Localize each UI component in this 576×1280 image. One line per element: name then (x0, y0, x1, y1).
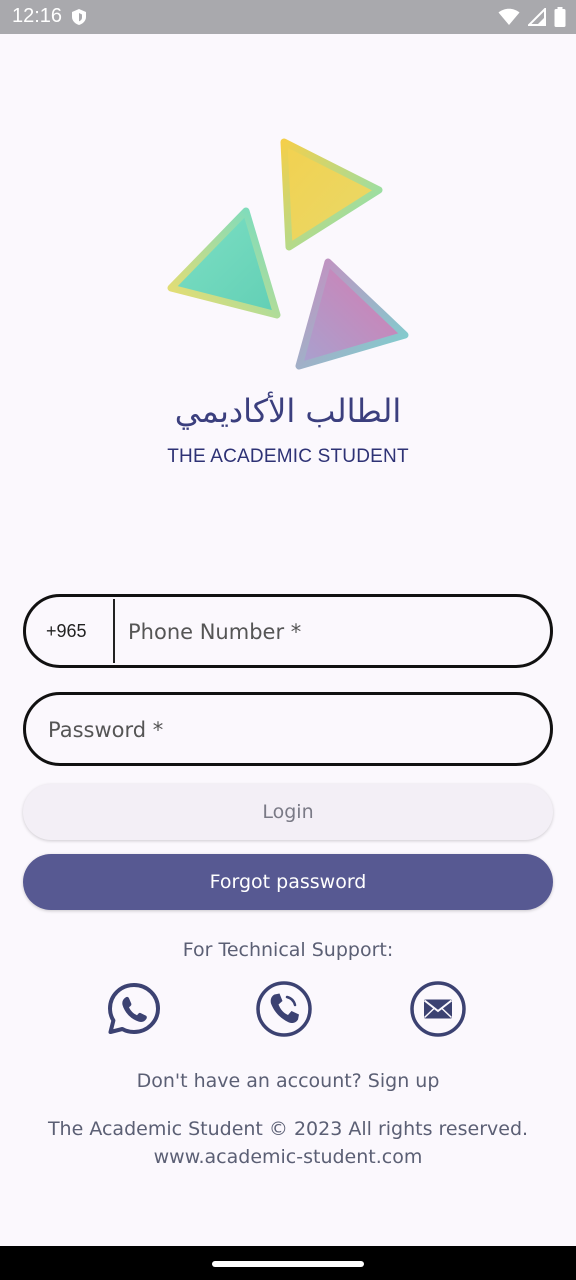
login-button[interactable]: Login (23, 784, 553, 840)
copyright-text: The Academic Student © 2023 All rights r… (47, 1118, 529, 1140)
status-bar: 12:16 (0, 0, 576, 34)
forgot-password-button[interactable]: Forgot password (23, 854, 553, 910)
whatsapp-icon[interactable] (105, 980, 163, 1038)
phone-field[interactable]: +965 (23, 594, 553, 668)
mail-icon[interactable] (409, 980, 467, 1038)
battery-icon (554, 7, 566, 27)
website-link[interactable]: www.academic-student.com (0, 1146, 576, 1168)
home-handle[interactable] (212, 1261, 364, 1267)
country-code[interactable]: +965 (46, 621, 87, 642)
support-label: For Technical Support: (182, 939, 394, 961)
brand-logo (167, 138, 409, 370)
phone-input[interactable] (126, 597, 530, 667)
wifi-icon (498, 8, 520, 25)
password-input[interactable] (46, 695, 530, 765)
signup-link[interactable]: Don't have an account? Sign up (0, 1070, 576, 1092)
password-field[interactable] (23, 692, 553, 766)
shield-icon (72, 9, 86, 25)
status-time: 12:16 (12, 5, 63, 27)
signal-icon (528, 8, 546, 26)
phone-call-icon[interactable] (255, 980, 313, 1038)
country-code-divider (113, 599, 115, 663)
brand-arabic-name: الطالب الأكاديمي (174, 392, 402, 430)
navigation-bar (0, 1246, 576, 1280)
brand-english-name: THE ACADEMIC STUDENT (167, 446, 409, 467)
